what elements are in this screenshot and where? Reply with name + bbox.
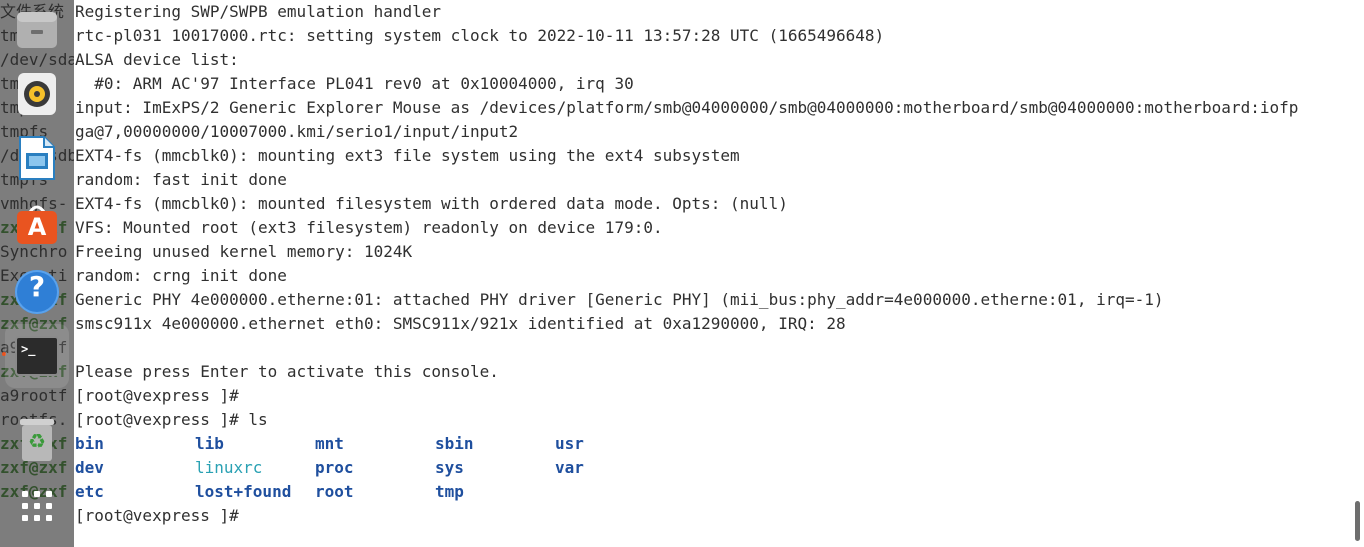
ls-entry: tmp (435, 482, 464, 501)
ls-entry: etc (75, 482, 104, 501)
ls-entry: sys (435, 458, 464, 477)
dock: A ? >_ ♻ (0, 0, 74, 547)
help-icon: ? (15, 270, 59, 314)
dock-item-terminal[interactable]: >_ (5, 324, 69, 388)
dock-item-show-applications[interactable] (13, 484, 61, 532)
terminal-line: input: ImExPS/2 Generic Explorer Mouse a… (75, 98, 1299, 117)
dock-item-files[interactable] (13, 8, 61, 56)
terminal-icon: >_ (15, 336, 59, 376)
terminal-line: Registering SWP/SWPB emulation handler (75, 2, 442, 21)
ls-entry: linuxrc (195, 458, 263, 477)
terminal-output[interactable]: Registering SWP/SWPB emulation handler rt… (75, 0, 1345, 547)
shopping-bag-icon: A (15, 202, 59, 246)
software-glyph: A (27, 213, 47, 241)
ls-entry: bin (75, 434, 104, 453)
ls-entry: usr (555, 434, 584, 453)
terminal-line: ga@7,00000000/10007000.kmi/serio1/input/… (75, 122, 519, 141)
dock-item-libreoffice-impress[interactable] (13, 136, 61, 184)
dock-item-trash[interactable]: ♻ (13, 416, 61, 464)
terminal-line: VFS: Mounted root (ext3 filesystem) read… (75, 218, 663, 237)
terminal-line: rtc-pl031 10017000.rtc: setting system c… (75, 26, 885, 45)
recycle-glyph: ♻ (28, 429, 46, 453)
speaker-icon (17, 72, 57, 120)
terminal-scrollbar[interactable] (1355, 501, 1360, 541)
terminal-line: random: crng init done (75, 266, 287, 285)
terminal-line: random: fast init done (75, 170, 287, 189)
terminal-line: [root@vexpress ]# ls (75, 410, 268, 429)
trash-icon: ♻ (17, 417, 57, 463)
dock-item-ubuntu-software[interactable]: A (13, 200, 61, 248)
terminal-line: Generic PHY 4e000000.etherne:01: attache… (75, 290, 1164, 309)
ls-entry: mnt (315, 434, 344, 453)
terminal-line: Freeing unused kernel memory: 1024K (75, 242, 413, 261)
terminal-prompt[interactable]: [root@vexpress ]# (75, 504, 239, 528)
file-cabinet-icon (15, 10, 59, 54)
terminal-line: #0: ARM AC'97 Interface PL041 rev0 at 0x… (75, 74, 634, 93)
ls-entry: dev (75, 458, 104, 477)
app-grid-icon (20, 489, 54, 527)
terminal-line: ALSA device list: (75, 50, 239, 69)
help-glyph: ? (28, 270, 46, 303)
ls-entry: lost+found (195, 482, 292, 501)
terminal-line: EXT4-fs (mmcblk0): mounted filesystem wi… (75, 194, 788, 213)
ls-entry: root (315, 482, 354, 501)
dock-item-help[interactable]: ? (13, 268, 61, 316)
terminal-line: Please press Enter to activate this cons… (75, 362, 499, 381)
terminal-line: smsc911x 4e000000.ethernet eth0: SMSC911… (75, 314, 846, 333)
terminal-line: EXT4-fs (mmcblk0): mounting ext3 file sy… (75, 146, 740, 165)
ls-entry: lib (195, 434, 224, 453)
ls-entry: proc (315, 458, 354, 477)
ls-entry: var (555, 458, 584, 477)
terminal-line: [root@vexpress ]# (75, 386, 239, 405)
dock-item-rhythmbox[interactable] (13, 72, 61, 120)
terminal-glyph: >_ (21, 342, 36, 356)
presentation-icon (18, 135, 56, 185)
ls-entry: sbin (435, 434, 474, 453)
